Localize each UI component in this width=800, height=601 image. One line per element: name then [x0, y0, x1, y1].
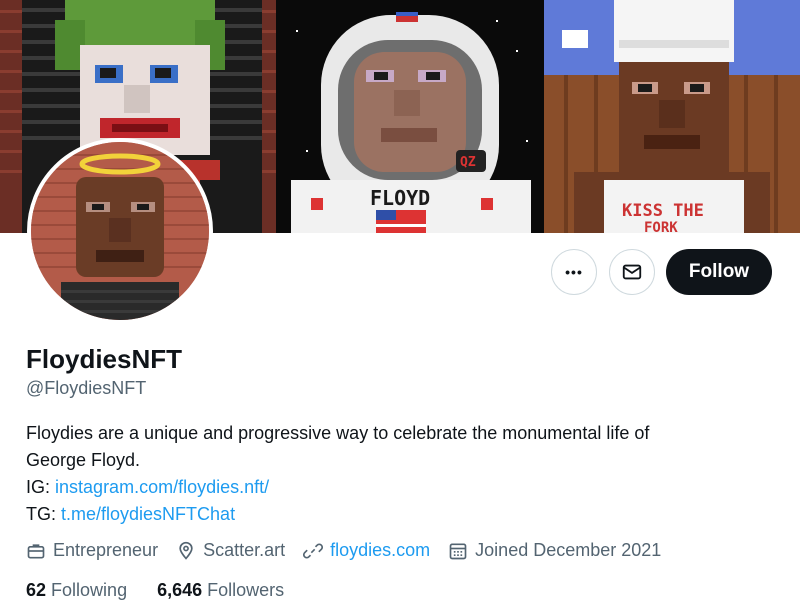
profile-meta: Entrepreneur Scatter.art floydies.com Jo… [26, 540, 661, 561]
meta-joined: Joined December 2021 [448, 540, 661, 561]
following-link[interactable]: 62 Following [26, 580, 127, 601]
banner-panel-astronaut: FLOYD QZ [276, 0, 544, 233]
tg-label: TG: [26, 504, 56, 524]
more-options-button[interactable]: ••• [551, 249, 597, 295]
meta-occupation: Entrepreneur [26, 540, 158, 561]
tg-link[interactable]: t.me/floydiesNFTChat [61, 504, 235, 524]
bio-ig-line: IG: instagram.com/floydies.nft/ [26, 474, 766, 501]
bio-line-2: George Floyd. [26, 450, 141, 470]
followers-label: Followers [207, 580, 285, 600]
location-pin-icon [179, 541, 193, 560]
profile-avatar[interactable] [27, 138, 213, 324]
ig-label: IG: [26, 477, 51, 497]
followers-link[interactable]: 6,646 Followers [157, 580, 284, 601]
following-label: Following [51, 580, 128, 600]
profile-handle: @FloydiesNFT [26, 378, 147, 398]
bio-tg-line: TG: t.me/floydiesNFTChat [26, 501, 766, 528]
message-button[interactable] [609, 249, 655, 295]
meta-location: Scatter.art [176, 540, 285, 561]
astronaut-name-text: FLOYD [370, 186, 430, 210]
link-icon [303, 542, 324, 559]
profile-name: FloydiesNFT [26, 344, 183, 374]
profile-bio: Floydies are a unique and progressive wa… [26, 420, 766, 528]
briefcase-icon [27, 543, 45, 558]
following-count: 62 [26, 580, 47, 600]
more-options-icon: ••• [565, 264, 583, 280]
patch-text: QZ [460, 155, 476, 170]
ig-link[interactable]: instagram.com/floydies.nft/ [55, 477, 269, 497]
bio-line-1: Floydies are a unique and progressive wa… [26, 423, 650, 443]
profile-stats: 62 Following 6,646 Followers [26, 580, 284, 601]
occupation-text: Entrepreneur [53, 540, 159, 560]
meta-website: floydies.com [303, 540, 430, 561]
location-text: Scatter.art [203, 540, 286, 560]
calendar-icon [449, 543, 467, 559]
website-link[interactable]: floydies.com [330, 540, 430, 561]
joined-text: Joined December 2021 [475, 540, 662, 560]
follow-button[interactable]: Follow [666, 249, 772, 295]
shirt-text-1: KISS THE [622, 201, 704, 221]
shirt-text-2: FORK [644, 220, 678, 233]
banner-panel-chef: KISS THE FORK [544, 0, 800, 233]
envelope-icon [622, 264, 642, 280]
followers-count: 6,646 [157, 580, 203, 600]
